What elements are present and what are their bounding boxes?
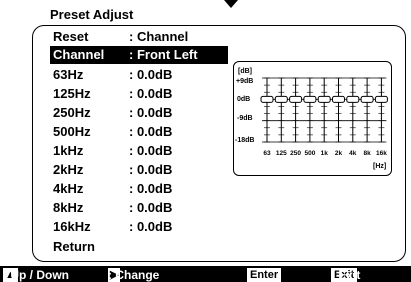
menu-item-1khz[interactable]: 1kHz : 0.0dB: [50, 141, 228, 159]
level-label-minus18: -18dB: [235, 137, 254, 144]
band-label: 16k: [376, 150, 387, 157]
band-knob: [374, 95, 388, 103]
band-label: 2k: [335, 150, 343, 157]
menu-item-8khz[interactable]: 8kHz : 0.0dB: [50, 198, 228, 216]
enter-text: :: [247, 268, 251, 282]
level-label-plus9: +9dB: [236, 78, 253, 85]
exit-text: : Exit: [331, 268, 361, 282]
menu-item-label: 250Hz: [53, 104, 91, 120]
menu-item-2khz[interactable]: 2kHz : 0.0dB: [50, 160, 228, 178]
band-label: 500: [304, 150, 315, 157]
menu-item-value: : 0.0dB: [129, 199, 173, 215]
menu-item-value: : Front Left: [129, 46, 228, 64]
band-knob: [303, 95, 317, 103]
menu-item-value: : 0.0dB: [129, 123, 173, 139]
menu-item-value: : 0.0dB: [129, 218, 173, 234]
menu-item-reset[interactable]: Reset : Channel: [50, 27, 228, 45]
level-label-minus9: -9dB: [237, 115, 253, 122]
menu-item-value: : 0.0dB: [129, 85, 173, 101]
menu-item-label: Channel: [50, 46, 129, 64]
menu-item-63hz[interactable]: 63Hz : 0.0dB: [50, 65, 228, 83]
page-title: Preset Adjust: [50, 7, 134, 22]
band-knob: [274, 95, 288, 103]
band-label: 125: [276, 150, 287, 157]
menu-item-label: 1kHz: [53, 142, 84, 158]
menu-item-label: 4kHz: [53, 180, 84, 196]
band-knob: [317, 95, 331, 103]
menu-item-16khz[interactable]: 16kHz : 0.0dB: [50, 217, 228, 235]
menu-item-label: 8kHz: [53, 199, 84, 215]
menu-item-label: 63Hz: [53, 66, 84, 82]
change-text: : Change: [108, 268, 160, 282]
graph-unit-hz: [Hz]: [373, 163, 386, 170]
band-knob: [289, 95, 303, 103]
graph-unit-db: [dB]: [238, 68, 252, 75]
menu-item-500hz[interactable]: 500Hz : 0.0dB: [50, 122, 228, 140]
menu-item-125hz[interactable]: 125Hz : 0.0dB: [50, 84, 228, 102]
menu-item-channel[interactable]: Channel : Front Left: [50, 46, 228, 64]
menu-item-value: : 0.0dB: [129, 104, 173, 120]
updown-text: : Up / Down: [3, 268, 69, 282]
menu-item-label: 125Hz: [53, 85, 91, 101]
menu-item-value: : 0.0dB: [129, 161, 173, 177]
menu-item-value: : 0.0dB: [129, 66, 173, 82]
menu-item-4khz[interactable]: 4kHz : 0.0dB: [50, 179, 228, 197]
enter-key: Enter: [247, 268, 282, 282]
band-label: 63: [263, 150, 271, 157]
menu-item-value: : Channel: [129, 28, 189, 44]
menu-item-label: Return: [53, 238, 95, 254]
position-marker-icon: [224, 0, 238, 8]
eq-graph: [dB] +9dB 0dB -9dB -18dB 63 125 250 500 1k 2k…: [233, 61, 392, 176]
menu-item-return[interactable]: Return: [50, 237, 228, 255]
level-label-0: 0dB: [237, 96, 250, 103]
band-knob: [332, 95, 345, 103]
menu-item-label: 16kHz: [53, 218, 91, 234]
menu-item-label: Reset: [53, 28, 89, 44]
band-knob: [260, 95, 274, 103]
band-label: 250: [290, 150, 301, 157]
menu-item-value: : 0.0dB: [129, 142, 173, 158]
menu-item-250hz[interactable]: 250Hz : 0.0dB: [50, 103, 228, 121]
band-label: 4k: [349, 150, 357, 157]
eq-bands: 63 125 250 500 1k 2k 4k 8k 16k: [260, 77, 388, 157]
band-label: 1k: [321, 150, 329, 157]
eq-graph-svg: [dB] +9dB 0dB -9dB -18dB 63 125 250 500 1k 2k…: [235, 68, 388, 170]
menu-item-label: 500Hz: [53, 123, 91, 139]
menu-item-label: 2kHz: [53, 161, 84, 177]
band-knob: [360, 95, 374, 103]
menu-item-value: : 0.0dB: [129, 180, 173, 196]
band-knob: [346, 95, 360, 103]
band-label: 8k: [363, 150, 371, 157]
footer-bar: ▼▲: Up / Down ◀▶: Change Enter: Exit: Ex…: [0, 266, 411, 282]
